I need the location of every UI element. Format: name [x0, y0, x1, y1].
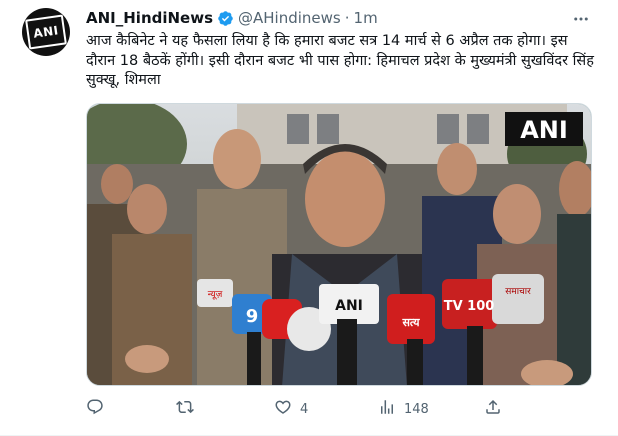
like-count: 4: [300, 401, 309, 417]
share-button[interactable]: [484, 398, 502, 420]
mic-label-satya: सत्य: [401, 316, 420, 329]
analytics-icon: [378, 398, 396, 420]
press-conference-photo: ANI TV 100 सत्य 9 न्यूज़ समाचार ANI: [87, 104, 591, 385]
views-button[interactable]: 148: [378, 398, 429, 420]
mic-label-news: न्यूज़: [208, 290, 223, 300]
mic-label-ani: ANI: [335, 298, 363, 314]
ani-logo: ANI: [25, 14, 67, 50]
more-options-icon[interactable]: [570, 8, 592, 30]
ani-watermark: ANI: [520, 116, 568, 144]
views-count: 148: [404, 401, 429, 417]
like-button[interactable]: 4: [274, 398, 308, 420]
mic-label-tv100: TV 100: [444, 299, 495, 314]
tweet-media-image[interactable]: ANI TV 100 सत्य 9 न्यूज़ समाचार ANI: [86, 103, 592, 386]
reply-icon: [86, 398, 104, 420]
share-icon: [484, 398, 502, 420]
heart-icon: [274, 398, 292, 420]
avatar-logo-text: ANI: [32, 23, 60, 41]
tweet-timestamp[interactable]: 1m: [354, 9, 378, 27]
author-handle[interactable]: @AHindinews: [238, 9, 341, 27]
author-avatar[interactable]: ANI: [22, 8, 70, 56]
tweet-text: आज कैबिनेट ने यह फैसला लिया है कि हमारा …: [86, 33, 594, 88]
mic-label-samachar: समाचार: [505, 287, 531, 297]
mic-label-nine: 9: [246, 306, 259, 327]
author-display-name[interactable]: ANI_HindiNews: [86, 9, 213, 27]
reply-button[interactable]: [86, 398, 112, 420]
retweet-button[interactable]: [176, 398, 202, 420]
retweet-icon: [176, 398, 194, 420]
header-separator: ·: [344, 9, 350, 27]
verified-badge-icon: [217, 10, 234, 27]
tweet-header: ANI_HindiNews @AHindinews · 1m: [86, 8, 378, 28]
tweet-card[interactable]: ANI ANI_HindiNews @AHindinews · 1m आज कै…: [0, 0, 618, 436]
tweet-actions: 4 148: [86, 398, 596, 420]
